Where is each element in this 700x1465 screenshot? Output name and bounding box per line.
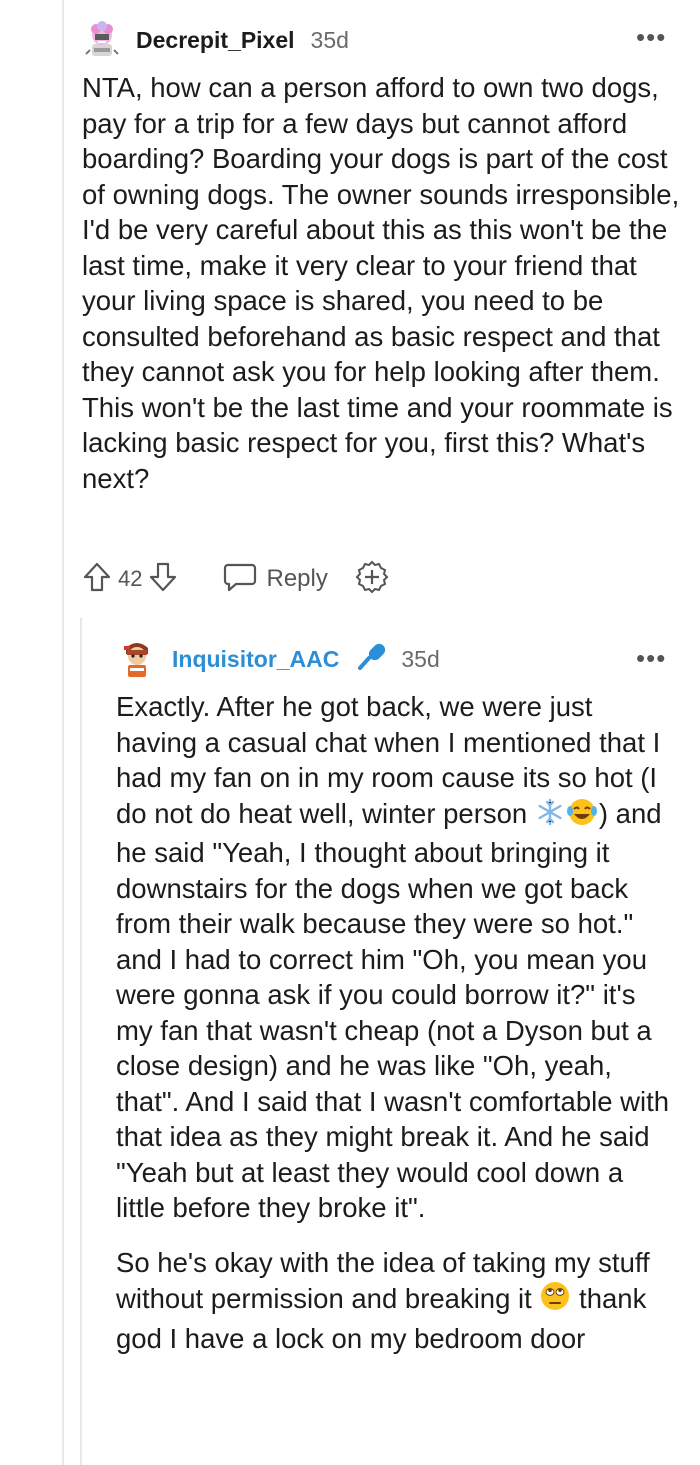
comment-age: 35d	[310, 26, 349, 53]
comment-paragraph: So he's okay with the idea of taking my …	[116, 1245, 676, 1357]
downvote-icon[interactable]	[148, 561, 178, 598]
comment-text: NTA, how can a person afford to own two …	[82, 72, 680, 494]
thread-line-reply[interactable]	[80, 618, 82, 1465]
award-icon[interactable]	[354, 559, 390, 600]
comment-text: ) and he said "Yeah, I thought about bri…	[116, 797, 670, 1224]
comment-body: Exactly. After he got back, we were just…	[116, 689, 676, 1356]
avatar[interactable]	[118, 638, 156, 680]
avatar[interactable]	[82, 20, 122, 60]
reply-label: Reply	[266, 565, 328, 592]
comment-age: 35d	[401, 645, 440, 672]
more-horizontal-icon[interactable]: •••	[636, 24, 666, 50]
reply-bubble-icon	[222, 561, 258, 598]
eye-roll-emoji	[539, 1280, 571, 1321]
comment-actions: 42 Reply	[82, 560, 390, 598]
username[interactable]: Decrepit_Pixel	[136, 27, 295, 54]
upvote-icon[interactable]	[82, 561, 112, 598]
reply-button[interactable]: Reply	[222, 561, 328, 598]
username[interactable]: Inquisitor_AAC	[172, 646, 339, 673]
comment-paragraph: Exactly. After he got back, we were just…	[116, 689, 676, 1226]
vote-count: 42	[118, 566, 143, 591]
thread-line-root[interactable]	[62, 0, 64, 1465]
microphone-icon	[355, 640, 389, 679]
comment-body: NTA, how can a person afford to own two …	[82, 70, 682, 496]
more-horizontal-icon[interactable]: •••	[636, 645, 666, 671]
comment-header: Decrepit_Pixel 35d	[82, 20, 349, 60]
laughing-tears-emoji	[565, 797, 599, 836]
snowflake-emoji	[535, 797, 565, 836]
comment-header: Inquisitor_AAC 35d	[118, 638, 440, 680]
